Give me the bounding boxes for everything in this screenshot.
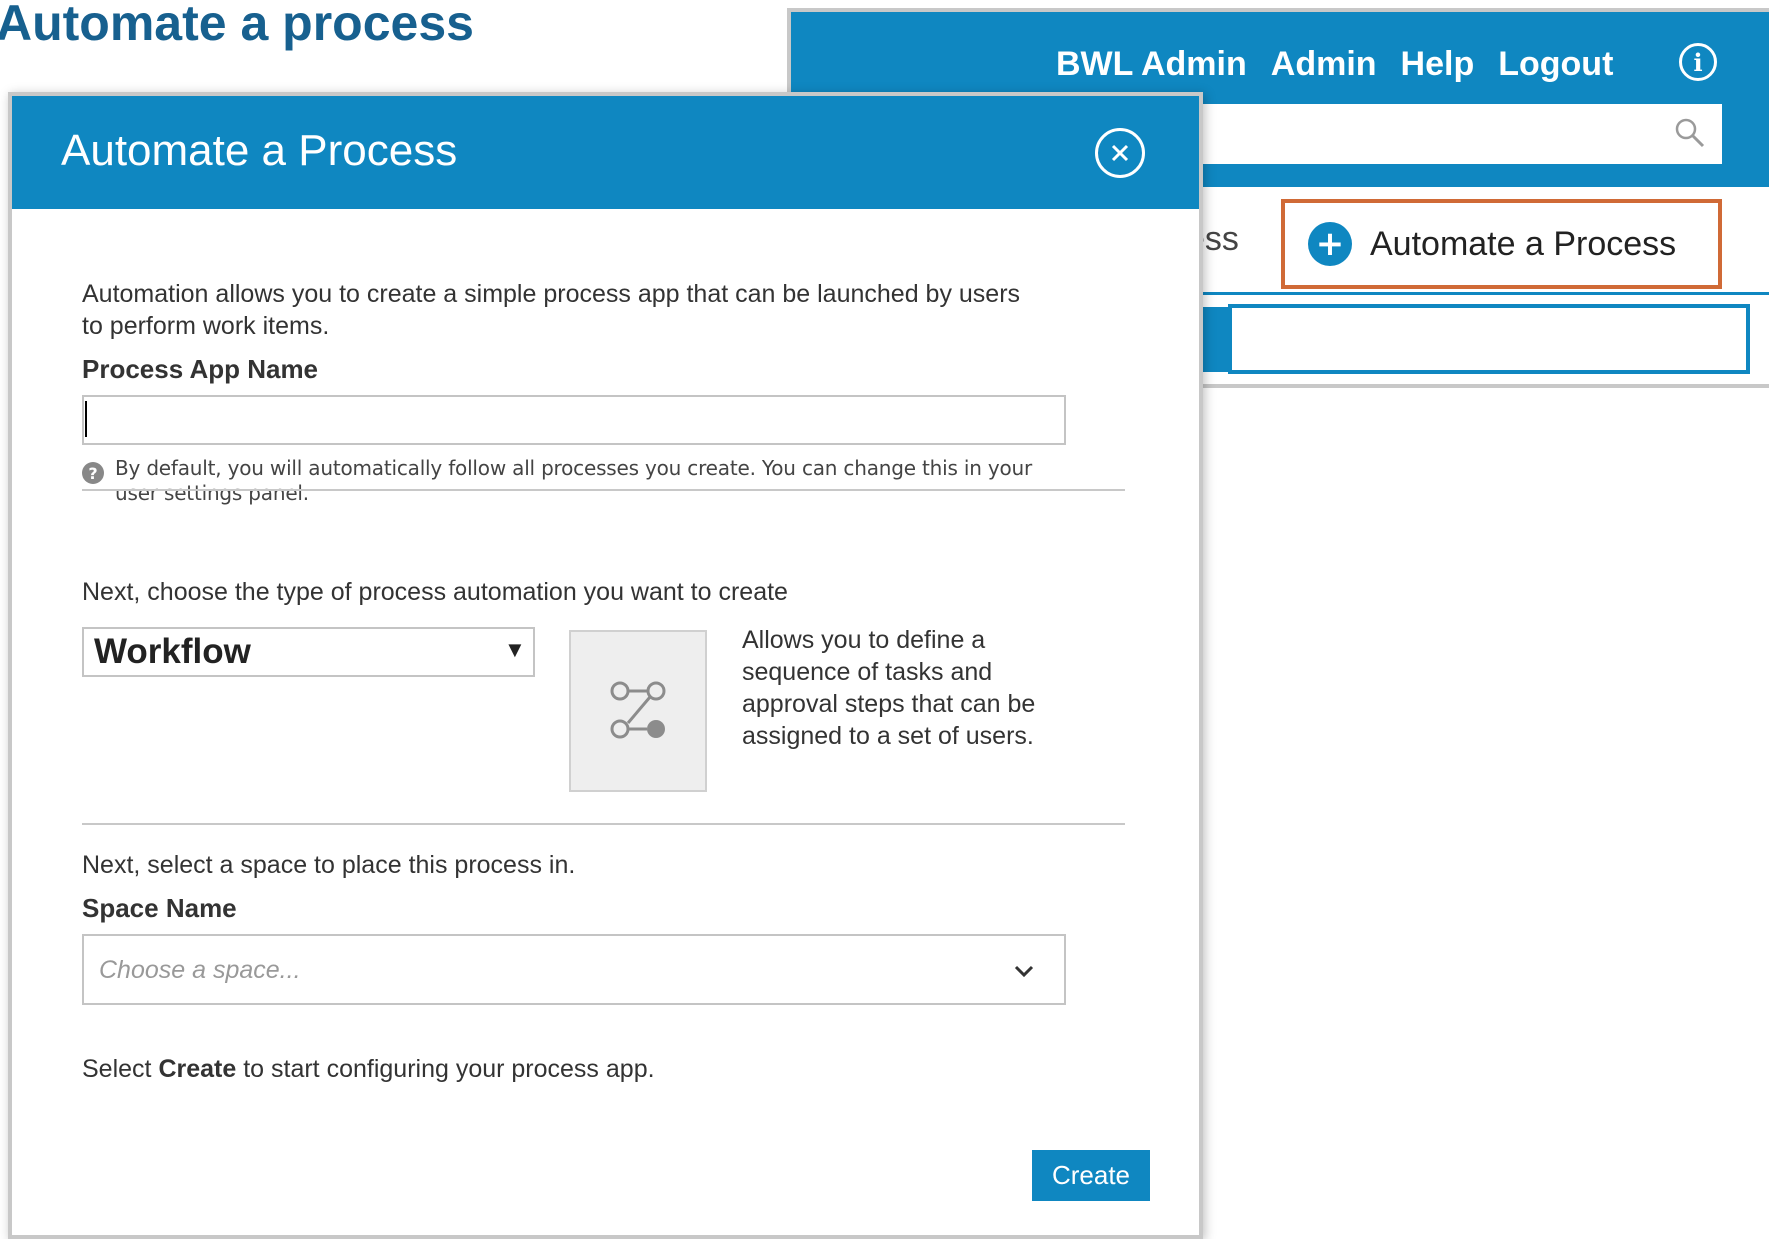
close-icon[interactable] <box>1095 128 1145 178</box>
automate-process-dialog: Automate a Process Automation allows you… <box>8 92 1203 1239</box>
automation-type-select[interactable]: Workflow ▼ <box>82 627 535 677</box>
app-name-label: Process App Name <box>82 354 319 384</box>
dialog-title: Automate a Process <box>61 126 458 175</box>
automate-process-label: Automate a Process <box>1370 224 1677 263</box>
intro-line: Automation allows you to create a simple… <box>82 280 1021 308</box>
instruction-prefix: Select <box>82 1055 159 1083</box>
workflow-type-tile <box>569 630 707 792</box>
type-prompt: Next, choose the type of process automat… <box>82 578 788 606</box>
help-icon: ? <box>82 462 104 484</box>
nav-help[interactable]: Help <box>1401 45 1475 84</box>
dialog-header: Automate a Process <box>12 96 1199 209</box>
description-line: approval steps that can be <box>742 690 1036 718</box>
chevron-down-icon <box>1014 965 1034 978</box>
create-instruction: Select Create to start configuring your … <box>82 1055 655 1084</box>
intro-line: to perform work items. <box>82 312 330 340</box>
text-caret <box>85 401 87 437</box>
workflow-description: Allows you to define a sequence of tasks… <box>742 624 1035 752</box>
dropdown-arrow-icon: ▼ <box>504 637 526 662</box>
workflow-icon <box>610 681 666 739</box>
divider <box>82 823 1125 825</box>
info-icon[interactable]: i <box>1679 43 1717 81</box>
top-nav: BWL Admin Admin Help Logout <box>1056 34 1613 94</box>
automate-process-button[interactable]: + Automate a Process <box>1281 199 1722 289</box>
instruction-suffix: to start configuring your process app. <box>236 1055 655 1083</box>
plus-icon: + <box>1308 222 1352 266</box>
description-line: Allows you to define a <box>742 626 986 654</box>
outlined-panel <box>1228 304 1750 374</box>
nav-user[interactable]: BWL Admin <box>1056 45 1247 84</box>
space-name-label: Space Name <box>82 893 237 923</box>
space-prompt: Next, select a space to place this proce… <box>82 851 576 879</box>
nav-admin[interactable]: Admin <box>1271 45 1377 84</box>
help-line: By default, you will automatically follo… <box>115 456 1032 480</box>
description-line: assigned to a set of users. <box>742 722 1034 750</box>
divider <box>82 489 1125 491</box>
automation-type-value: Workflow <box>94 632 251 671</box>
help-text: By default, you will automatically follo… <box>115 456 1032 506</box>
search-icon[interactable] <box>1673 116 1707 150</box>
space-placeholder: Choose a space... <box>99 956 301 984</box>
description-line: sequence of tasks and <box>742 658 993 686</box>
intro-text: Automation allows you to create a simple… <box>82 278 1020 342</box>
instruction-bold: Create <box>158 1055 237 1083</box>
process-app-name-input[interactable] <box>82 395 1066 445</box>
page-heading: Automate a process <box>0 0 474 51</box>
help-line: user settings panel. <box>115 481 309 505</box>
nav-logout[interactable]: Logout <box>1498 45 1613 84</box>
space-name-select[interactable]: Choose a space... <box>82 934 1066 1005</box>
create-button[interactable]: Create <box>1032 1150 1150 1201</box>
